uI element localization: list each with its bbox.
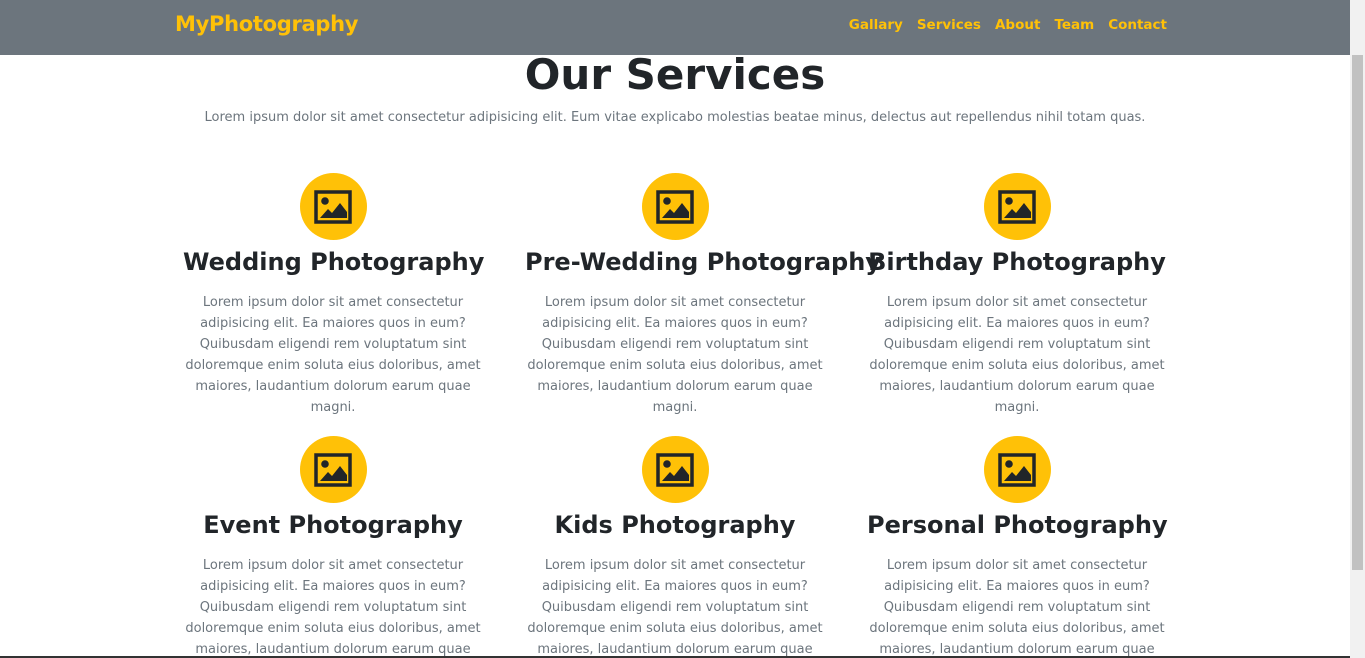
image-icon <box>641 436 709 503</box>
service-title: Pre-Wedding Photography <box>525 248 881 276</box>
service-title: Personal Photography <box>867 511 1168 539</box>
service-description: Lorem ipsum dolor sit amet consectetur a… <box>527 295 823 415</box>
nav-link-services[interactable]: Services <box>917 17 981 33</box>
nav-link-gallary[interactable]: Gallary <box>849 17 903 33</box>
service-card-birthday: Birthday Photography Lorem ipsum dolor s… <box>867 173 1167 418</box>
vertical-scrollbar[interactable] <box>1350 0 1365 658</box>
nav-links: Gallary Services About Team Contact <box>849 17 1167 33</box>
service-description: Lorem ipsum dolor sit amet consectetur a… <box>869 295 1165 415</box>
scrollbar-thumb[interactable] <box>1352 55 1363 570</box>
service-card-kids: Kids Photography Lorem ipsum dolor sit a… <box>525 436 825 658</box>
navbar: MyPhotography Gallary Services About Tea… <box>0 0 1350 55</box>
nav-link-team[interactable]: Team <box>1054 17 1094 33</box>
image-icon <box>983 436 1051 503</box>
service-description: Lorem ipsum dolor sit amet consectetur a… <box>869 558 1165 657</box>
service-card-wedding: Wedding Photography Lorem ipsum dolor si… <box>183 173 485 418</box>
nav-link-contact[interactable]: Contact <box>1108 17 1167 33</box>
service-description: Lorem ipsum dolor sit amet consectetur a… <box>527 558 823 657</box>
service-card-event: Event Photography Lorem ipsum dolor sit … <box>183 436 483 658</box>
service-description: Lorem ipsum dolor sit amet consectetur a… <box>185 558 481 657</box>
nav-link-about[interactable]: About <box>995 17 1040 33</box>
image-icon <box>983 173 1051 240</box>
service-card-personal: Personal Photography Lorem ipsum dolor s… <box>867 436 1168 658</box>
section-title: Our Services <box>524 50 826 99</box>
image-icon <box>299 436 367 503</box>
service-title: Wedding Photography <box>183 248 485 276</box>
service-title: Birthday Photography <box>868 248 1166 276</box>
service-card-pre-wedding: Pre-Wedding Photography Lorem ipsum dolo… <box>525 173 881 418</box>
image-icon <box>299 173 367 240</box>
section-subtitle: Lorem ipsum dolor sit amet consectetur a… <box>204 110 1146 125</box>
brand-logo[interactable]: MyPhotography <box>175 12 358 36</box>
service-title: Event Photography <box>203 511 463 539</box>
service-description: Lorem ipsum dolor sit amet consectetur a… <box>185 295 481 415</box>
service-title: Kids Photography <box>554 511 796 539</box>
image-icon <box>641 173 709 240</box>
